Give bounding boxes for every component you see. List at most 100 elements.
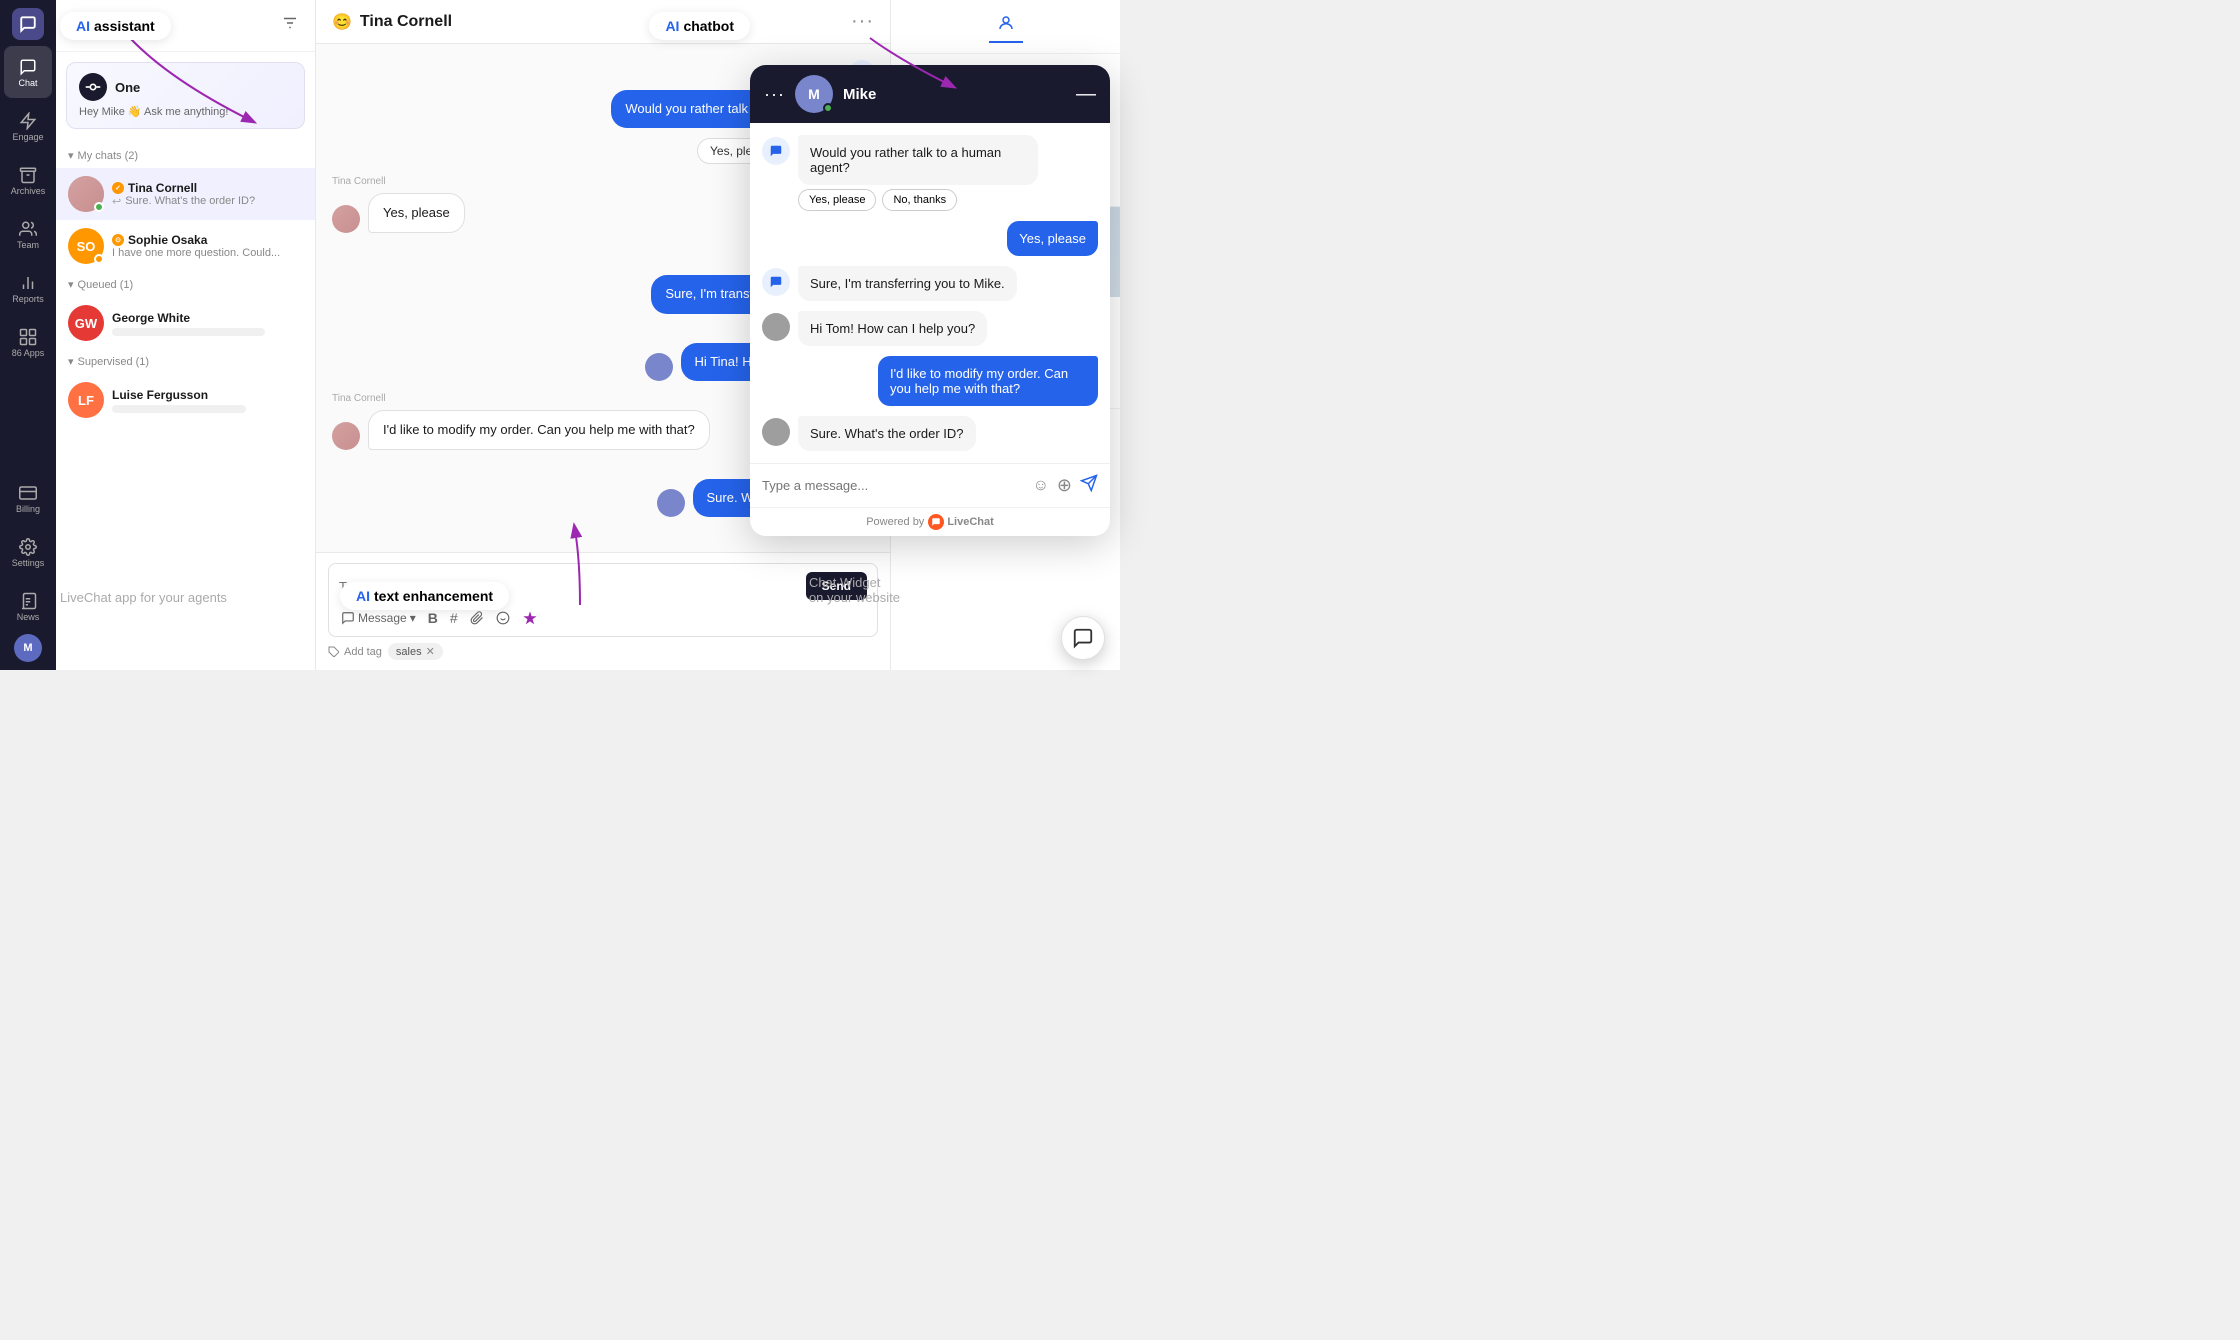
contact-emoji: 😊 bbox=[332, 12, 352, 32]
more-menu-icon[interactable]: ··· bbox=[851, 10, 874, 33]
livechat-brand-icon bbox=[928, 514, 944, 530]
chat-input-area: Send Message ▾ B # bbox=[316, 552, 890, 670]
sophie-name: ⊙ Sophie Osaka bbox=[112, 233, 303, 247]
widget-msg-2: Yes, please bbox=[762, 221, 1098, 256]
widget-yes-btn[interactable]: Yes, please bbox=[798, 189, 876, 211]
apps-icon bbox=[18, 327, 38, 347]
tina-msg-avatar-2 bbox=[332, 422, 360, 450]
tina-preview: ↩ Sure. What's the order ID? bbox=[112, 195, 303, 208]
luise-info: Luise Fergusson bbox=[112, 388, 303, 413]
widget-msg-1: Would you rather talk to a human agent? … bbox=[762, 135, 1098, 211]
chat-fab-button[interactable] bbox=[1061, 616, 1105, 660]
widget-msg-6: Sure. What's the order ID? bbox=[762, 416, 1098, 451]
chat-contact-name: 😊 Tina Cornell bbox=[332, 12, 452, 32]
widget-bot-icon-2 bbox=[762, 268, 790, 296]
sidebar-settings-label: Settings bbox=[12, 559, 45, 568]
hashtag-icon[interactable]: # bbox=[448, 608, 460, 628]
remove-tag-icon[interactable]: ✕ bbox=[426, 645, 435, 658]
supervised-header[interactable]: ▾ Supervised (1) bbox=[56, 349, 315, 374]
luise-name: Luise Fergusson bbox=[112, 388, 303, 402]
reports-icon bbox=[18, 273, 38, 293]
ai-chatbot-label: AI chatbot bbox=[649, 12, 750, 40]
widget-bot-icon-1 bbox=[762, 137, 790, 165]
chat-icon bbox=[18, 57, 38, 77]
george-name: George White bbox=[112, 311, 303, 325]
tina-info: ✓ Tina Cornell ↩ Sure. What's the order … bbox=[112, 181, 303, 208]
widget-quick-replies: Yes, please No, thanks bbox=[798, 189, 1038, 211]
team-icon bbox=[18, 219, 38, 239]
widget-msg-3: Sure, I'm transferring you to Mike. bbox=[762, 266, 1098, 301]
chat-header: 😊 Tina Cornell ··· bbox=[316, 0, 890, 44]
luise-avatar: LF bbox=[68, 382, 104, 418]
one-card[interactable]: One Hey Mike 👋 Ask me anything! bbox=[66, 62, 305, 129]
sidebar-item-apps[interactable]: 86 Apps bbox=[4, 316, 52, 368]
one-icon bbox=[79, 73, 107, 101]
sidebar: Chat Engage Archives bbox=[0, 0, 56, 670]
widget-dots: ··· bbox=[764, 84, 785, 105]
user-avatar[interactable]: M bbox=[14, 634, 42, 662]
sidebar-billing-label: Billing bbox=[16, 505, 40, 514]
sidebar-reports-label: Reports bbox=[12, 295, 44, 304]
ai-assistant-label: AI assistant bbox=[60, 12, 171, 40]
livechat-logo: LiveChat bbox=[928, 514, 993, 530]
chats-panel: Chats One Hey Mike 👋 Ask me anything! bbox=[56, 0, 316, 670]
one-message: Hey Mike 👋 Ask me anything! bbox=[79, 105, 292, 118]
luise-preview bbox=[112, 405, 246, 413]
toolbar-row: Message ▾ B # bbox=[339, 608, 867, 628]
chat-item-george[interactable]: GW George White bbox=[56, 297, 315, 349]
tag-row: Add tag sales ✕ bbox=[328, 643, 878, 660]
widget-agent-icon-1 bbox=[762, 313, 790, 341]
message-dropdown[interactable]: Message ▾ bbox=[339, 609, 418, 627]
widget-agent-bubble-1: Hi Tom! How can I help you? bbox=[798, 311, 987, 346]
archives-icon bbox=[18, 165, 38, 185]
my-chats-header[interactable]: ▾ My chats (2) bbox=[56, 143, 315, 168]
info-header bbox=[891, 0, 1120, 54]
widget-powered-by: Powered by LiveChat bbox=[750, 507, 1110, 536]
bold-icon[interactable]: B bbox=[426, 608, 440, 628]
sidebar-item-billing[interactable]: Billing bbox=[4, 472, 52, 524]
verified-badge: ✓ bbox=[112, 182, 124, 194]
user-bubble-1: Yes, please bbox=[368, 193, 465, 233]
sidebar-item-chat[interactable]: Chat bbox=[4, 46, 52, 98]
sidebar-news-label: News bbox=[17, 613, 40, 622]
tina-msg-avatar bbox=[332, 205, 360, 233]
sidebar-item-settings[interactable]: Settings bbox=[4, 526, 52, 578]
chat-item-tina[interactable]: ✓ Tina Cornell ↩ Sure. What's the order … bbox=[56, 168, 315, 220]
chat-item-sophie[interactable]: SO ⊙ Sophie Osaka I have one more questi… bbox=[56, 220, 315, 272]
widget-send-icon[interactable] bbox=[1080, 474, 1098, 497]
sidebar-item-engage[interactable]: Engage bbox=[4, 100, 52, 152]
queued-header[interactable]: ▾ Queued (1) bbox=[56, 272, 315, 297]
filter-icon[interactable] bbox=[281, 14, 299, 37]
info-tab-profile[interactable] bbox=[989, 10, 1023, 43]
add-tag-label: Add tag bbox=[328, 646, 382, 658]
settings-icon bbox=[18, 537, 38, 557]
engage-icon bbox=[18, 111, 38, 131]
widget-add-icon[interactable]: ⊕ bbox=[1057, 475, 1072, 496]
widget-minimize-btn[interactable]: — bbox=[1076, 83, 1096, 106]
sidebar-item-reports[interactable]: Reports bbox=[4, 262, 52, 314]
widget-online-indicator bbox=[823, 103, 833, 113]
billing-icon bbox=[18, 483, 38, 503]
george-preview bbox=[112, 328, 265, 336]
sidebar-bottom: Billing Settings News M bbox=[4, 472, 52, 662]
sidebar-item-team[interactable]: Team bbox=[4, 208, 52, 260]
widget-site-label: Chat Widgeton your website bbox=[809, 575, 900, 605]
sophie-status bbox=[94, 254, 104, 264]
tina-name: ✓ Tina Cornell bbox=[112, 181, 303, 195]
george-info: George White bbox=[112, 311, 303, 336]
widget-no-btn[interactable]: No, thanks bbox=[882, 189, 957, 211]
attachment-icon[interactable] bbox=[468, 609, 486, 627]
widget-input-row: ☺ ⊕ bbox=[750, 463, 1110, 507]
sidebar-item-news[interactable]: News bbox=[4, 580, 52, 632]
emoji-icon[interactable] bbox=[494, 609, 512, 627]
widget-emoji-icon[interactable]: ☺ bbox=[1033, 477, 1049, 495]
ai-enhance-icon[interactable] bbox=[520, 608, 540, 628]
tina-avatar bbox=[68, 176, 104, 212]
sophie-avatar: SO bbox=[68, 228, 104, 264]
widget-message-input[interactable] bbox=[762, 478, 1025, 493]
widget-user-bubble-2: I'd like to modify my order. Can you hel… bbox=[878, 356, 1098, 406]
livechat-agents-label: LiveChat app for your agents bbox=[60, 590, 227, 605]
chat-item-luise[interactable]: LF Luise Fergusson bbox=[56, 374, 315, 426]
sidebar-item-archives[interactable]: Archives bbox=[4, 154, 52, 206]
sidebar-team-label: Team bbox=[17, 241, 39, 250]
